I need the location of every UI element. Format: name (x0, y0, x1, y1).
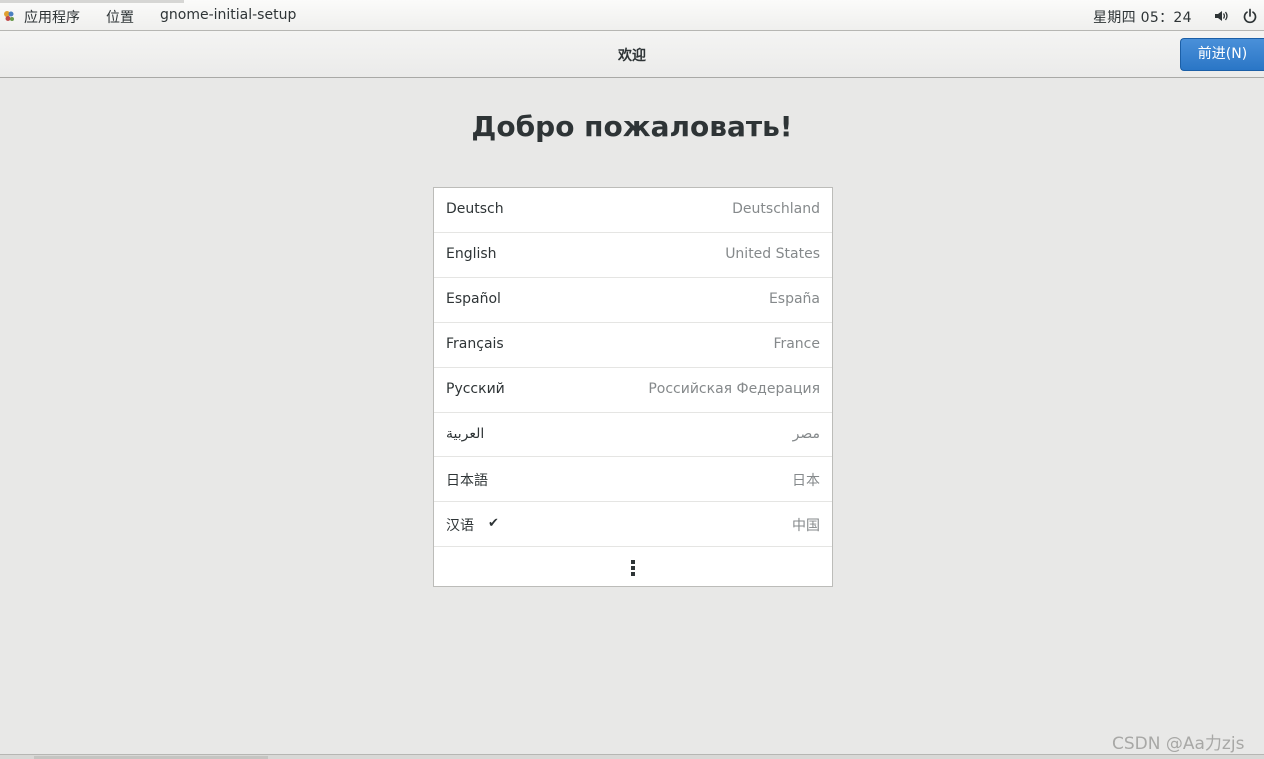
language-region: France (773, 336, 820, 352)
language-row-russian[interactable]: Русский Российская Федерация (434, 368, 832, 413)
language-list: Deutsch Deutschland English United State… (433, 187, 833, 587)
next-button[interactable]: 前进(N) (1180, 38, 1264, 71)
language-row-espanol[interactable]: Español España (434, 278, 832, 323)
language-region: United States (725, 246, 820, 262)
language-name: Deutsch (446, 201, 504, 217)
language-name: Русский (446, 381, 505, 397)
language-name: 日本語 (446, 473, 488, 489)
language-name: 汉语 (446, 518, 474, 534)
top-panel: 应用程序 位置 gnome-initial-setup 星期四 05：24 (0, 0, 1264, 31)
language-row-francais[interactable]: Français France (434, 323, 832, 368)
language-region: Российская Федерация (648, 381, 820, 397)
watermark: CSDN @Aa力zjs (1112, 734, 1245, 754)
language-name: English (446, 246, 497, 262)
check-icon: ✔ (488, 516, 499, 531)
language-row-english[interactable]: English United States (434, 233, 832, 278)
app-menu-icon[interactable] (2, 9, 16, 23)
language-row-arabic[interactable]: العربية مصر (434, 413, 832, 457)
language-region: 中国 (792, 518, 820, 534)
welcome-heading: Добро пожаловать! (471, 110, 793, 143)
clock[interactable]: 星期四 05：24 (1093, 7, 1192, 27)
language-row-chinese[interactable]: 汉语 ✔ 中国 (434, 502, 832, 547)
bottom-panel (0, 754, 1264, 759)
language-region: 日本 (792, 473, 820, 489)
language-name: العربية (446, 426, 485, 442)
menu-applications[interactable]: 应用程序 (24, 7, 80, 27)
language-name: Español (446, 291, 501, 307)
language-region: Deutschland (732, 201, 820, 217)
header-title: 欢迎 (618, 48, 646, 64)
panel-active-indicator (0, 0, 184, 3)
power-icon[interactable] (1242, 8, 1258, 24)
more-languages-button[interactable] (434, 547, 832, 587)
language-region: España (768, 291, 820, 307)
language-name: Français (446, 336, 504, 352)
language-row-deutsch[interactable]: Deutsch Deutschland (434, 188, 832, 233)
more-vertical-icon (631, 560, 635, 578)
volume-icon[interactable] (1213, 8, 1229, 24)
menu-places[interactable]: 位置 (106, 7, 134, 27)
language-region: مصر (792, 426, 820, 442)
menu-app-name[interactable]: gnome-initial-setup (160, 7, 296, 23)
header-bar: 欢迎 前进(N) (0, 31, 1264, 78)
language-row-japanese[interactable]: 日本語 日本 (434, 457, 832, 502)
